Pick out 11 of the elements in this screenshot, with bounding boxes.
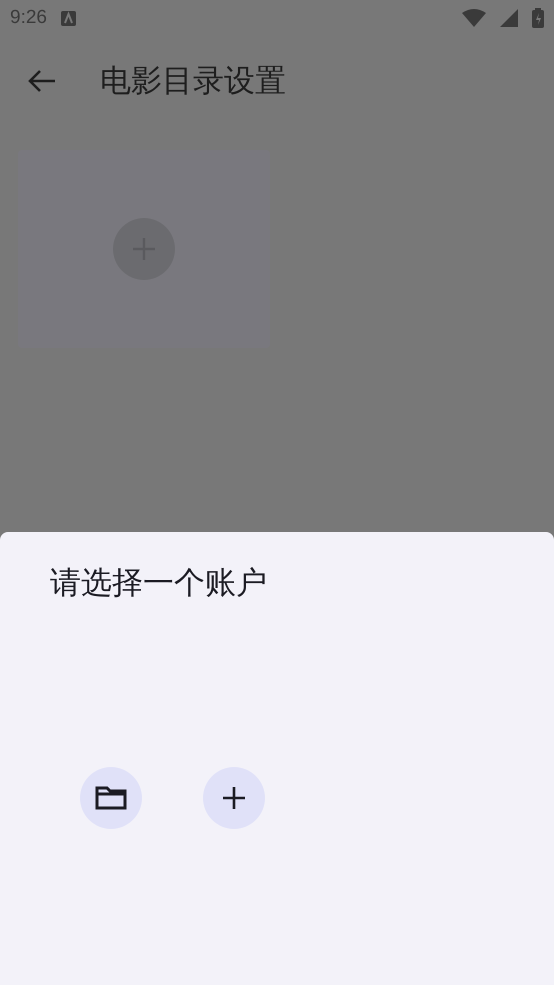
add-tile[interactable]: [18, 150, 270, 348]
notification-icon: [60, 10, 76, 26]
wifi-icon: [462, 9, 486, 27]
add-icon: [222, 786, 246, 810]
back-arrow-icon[interactable]: [28, 69, 56, 93]
signal-icon: [500, 9, 518, 27]
status-time: 9:26: [10, 6, 47, 30]
battery-icon: [532, 8, 544, 28]
folder-icon: [95, 784, 127, 810]
sheet-title: 请选择一个账户: [50, 565, 267, 600]
page-title: 电影目录设置: [100, 62, 286, 100]
